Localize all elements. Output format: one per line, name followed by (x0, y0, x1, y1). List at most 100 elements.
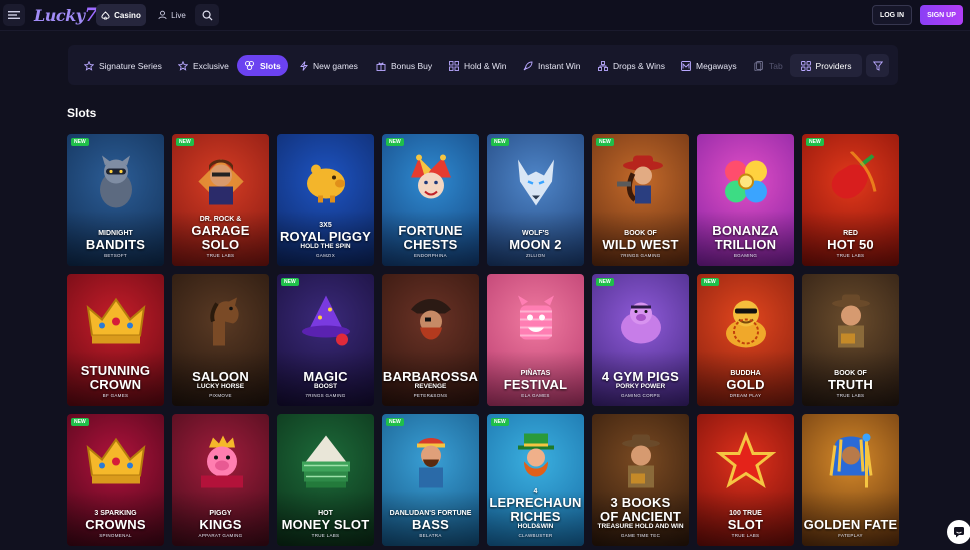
category-bonus-buy[interactable]: Bonus Buy (376, 55, 432, 76)
game-title: BOOK OF TRUTH TRUE LABS (802, 370, 899, 399)
login-button[interactable]: LOG IN (872, 5, 912, 25)
category-megaways[interactable]: Megaways (681, 55, 737, 76)
game-provider: DREAM PLAY (729, 392, 762, 398)
chat-icon (954, 527, 964, 538)
nav-casino-button[interactable]: Casino (96, 4, 146, 26)
game-title-line: TRILLION (714, 236, 777, 252)
game-tile[interactable]: NEW 3 SPARKING CROWNS SPINOMENAL (67, 414, 164, 546)
game-title-line: HOT (318, 509, 333, 517)
hamburger-menu-button[interactable] (3, 4, 25, 26)
game-title: MAGIC BOOST 7RINGS GAMING (277, 369, 374, 398)
nav-live-button[interactable]: Live (154, 4, 190, 26)
game-tile[interactable]: NEW WOLF'S MOON 2 ZILLION (487, 134, 584, 266)
new-badge: NEW (176, 138, 194, 146)
category-exclusive[interactable]: Exclusive (178, 55, 229, 76)
category-bar: Signature Series Exclusive Slots New gam… (68, 45, 898, 85)
game-title-line: WOLF'S (522, 229, 549, 237)
slots-icon (245, 61, 254, 70)
game-tile[interactable]: NEW DANLUDAN'S FORTUNE BASS BELATRA (382, 414, 479, 546)
category-label: Drops & Wins (613, 60, 665, 71)
game-title: BOOK OF WILD WEST 7RINGS GAMING (592, 230, 689, 259)
game-title-line: PIÑATAS (520, 369, 551, 377)
clover-icon (716, 152, 776, 217)
game-tile[interactable]: NEW MAGIC BOOST 7RINGS GAMING (277, 274, 374, 406)
category-slots[interactable]: Slots (237, 55, 288, 76)
game-title-line: DR. ROCK & (199, 215, 242, 223)
game-title-line: 3X5 (319, 222, 332, 229)
category-signature-series[interactable]: Signature Series (84, 55, 162, 76)
live-chat-button[interactable] (947, 520, 970, 544)
category-label: Signature Series (99, 60, 162, 71)
category-label: Bonus Buy (391, 60, 433, 71)
tree-icon (598, 60, 608, 71)
game-tile[interactable]: BARBAROSSA REVENGE PETER&SONS (382, 274, 479, 406)
crown-icon (84, 432, 148, 497)
game-provider: TRUE LABS (836, 252, 865, 258)
pepper-icon (821, 150, 881, 217)
game-title-line: BOOST (313, 383, 338, 390)
game-title-line: ROYAL PIGGY (279, 229, 372, 244)
game-title-line: MOON 2 (509, 236, 562, 252)
game-tile[interactable]: 100 TRUE SLOT TRUE LABS (697, 414, 794, 546)
category-instant-win[interactable]: Instant Win (523, 55, 581, 76)
game-title-line: DANLUDAN'S FORTUNE (389, 509, 472, 517)
game-title-line: LUCKY HORSE (196, 383, 245, 390)
star-icon (178, 60, 188, 71)
game-tile[interactable]: NEW RED HOT 50 TRUE LABS (802, 134, 899, 266)
game-provider: BF GAMES (102, 392, 129, 398)
game-title: 4 LEPRECHAUN RICHES HOLD&WIN CLAWBUSTER (487, 488, 584, 538)
game-title: BONANZA TRILLION BGAMING (697, 223, 794, 259)
game-tile[interactable]: PIGGY KINGS APPARAT GAMING (172, 414, 269, 546)
game-tile[interactable]: GOLDEN FATE FATEPLAY (802, 414, 899, 546)
game-tile[interactable]: NEW DR. ROCK & GARAGE SOLO TRUE LABS (172, 134, 269, 266)
site-logo[interactable]: Lucky7 (34, 4, 98, 26)
providers-button[interactable]: Providers (790, 54, 862, 77)
game-tile[interactable]: NEW 4 LEPRECHAUN RICHES HOLD&WIN CLAWBUSTER (487, 414, 584, 546)
game-title-line: WILD WEST (602, 236, 679, 252)
game-provider: ZILLION (525, 252, 546, 258)
filter-button[interactable] (866, 54, 889, 77)
game-title-line: TRUTH (827, 376, 874, 392)
game-tile[interactable]: BONANZA TRILLION BGAMING (697, 134, 794, 266)
game-title-line: 3 SPARKING (94, 509, 137, 517)
game-title: PIGGY KINGS APPARAT GAMING (172, 510, 269, 539)
search-button[interactable] (195, 4, 219, 26)
game-tile[interactable]: SALOON LUCKY HORSE PIXMOVE (172, 274, 269, 406)
star-icon (715, 431, 776, 497)
game-tile[interactable]: HOT MONEY SLOT TRUE LABS (277, 414, 374, 546)
game-provider: PETER&SONS (413, 392, 448, 398)
signup-button[interactable]: SIGN UP (920, 5, 963, 25)
game-tile[interactable]: NEW 4 GYM PIGS PORKY POWER GAMING CORPS (592, 274, 689, 406)
game-tile[interactable]: STUNNING CROWN BF GAMES (67, 274, 164, 406)
game-title: FORTUNE CHESTS ENDORPHINA (382, 223, 479, 259)
game-title-line: HOLD THE SPIN (300, 243, 351, 250)
game-title-line: TREASURE HOLD AND WIN (597, 523, 684, 530)
piggy-gold-icon (296, 152, 356, 217)
game-tile[interactable]: NEW BUDDHA GOLD DREAM PLAY (697, 274, 794, 406)
game-provider: CLAWBUSTER (518, 532, 553, 538)
game-title-line: CROWN (89, 376, 142, 392)
game-title: 3 BOOKS OF ANCIENT TREASURE HOLD AND WIN GA… (592, 495, 689, 538)
game-tile[interactable]: NEW MIDNIGHT BANDITS BETSOFT (67, 134, 164, 266)
game-title-line: SOLO (201, 236, 240, 252)
game-tile[interactable]: NEW BOOK OF WILD WEST 7RINGS GAMING (592, 134, 689, 266)
new-badge: NEW (491, 418, 509, 426)
grid-icon (800, 60, 811, 71)
game-title-line: SALOON (192, 369, 249, 384)
game-title: 3 SPARKING CROWNS SPINOMENAL (67, 510, 164, 539)
game-provider: GAME TIME TEC (620, 532, 661, 538)
category-drops-and-wins[interactable]: Drops & Wins (598, 55, 665, 76)
category-hold-and-win[interactable]: Hold & Win (449, 55, 507, 76)
category-new-games[interactable]: New games (300, 55, 358, 76)
game-tile[interactable]: BOOK OF TRUTH TRUE LABS (802, 274, 899, 406)
new-badge: NEW (71, 138, 89, 146)
game-tile[interactable]: NEW FORTUNE CHESTS ENDORPHINA (382, 134, 479, 266)
game-tile[interactable]: 3 BOOKS OF ANCIENT TREASURE HOLD AND WIN GA… (592, 414, 689, 546)
nav-casino-label: Casino (114, 10, 141, 20)
game-tile[interactable]: PIÑATAS FESTIVAL ELA GAMES (487, 274, 584, 406)
game-title-line: GARAGE (191, 222, 250, 238)
game-title: DR. ROCK & GARAGE SOLO TRUE LABS (172, 216, 269, 259)
new-badge: NEW (281, 278, 299, 286)
game-tile[interactable]: 3X5 ROYAL PIGGY HOLD THE SPIN GAMZIX (277, 134, 374, 266)
category-tab-partial[interactable]: Tab (754, 55, 783, 76)
